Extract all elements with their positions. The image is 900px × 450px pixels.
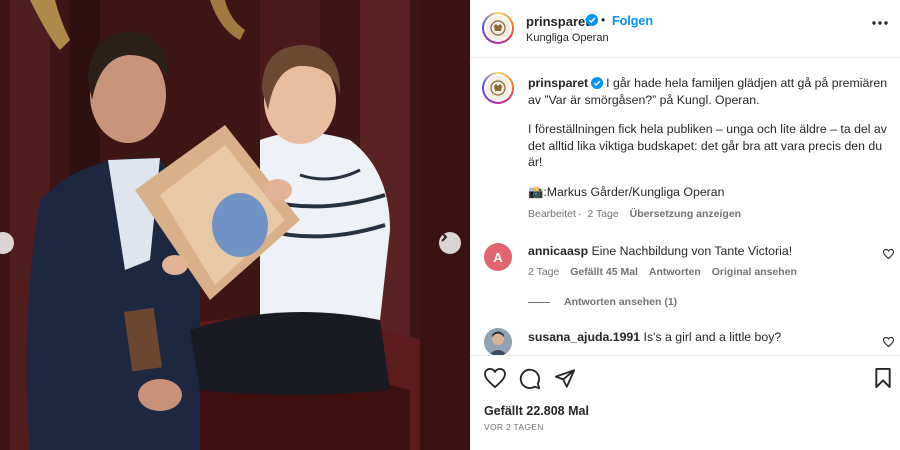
photo-illustration (0, 0, 470, 450)
replies-divider (528, 301, 550, 303)
comment-meta: 2 Tage Gefällt 45 Mal Antworten Original… (528, 266, 805, 278)
caption-avatar[interactable] (482, 72, 514, 104)
more-icon[interactable] (872, 21, 888, 25)
post-header: prinsparet • Folgen Kungliga Operan (470, 0, 900, 58)
verified-badge-icon (591, 77, 604, 89)
caption-paragraph-2: I föreställningen fick hela publiken – u… (528, 122, 887, 169)
post-caption: prinsparet I går hade hela familjen glädj… (528, 75, 888, 200)
crest-logo-icon (490, 80, 506, 96)
verified-badge-icon (586, 14, 598, 26)
follow-button[interactable]: Folgen (612, 14, 653, 28)
comment-body: Eine Nachbildung von Tante Victoria! (591, 244, 793, 258)
bookmark-icon[interactable] (874, 368, 892, 389)
reply-button[interactable]: Antworten (649, 266, 701, 278)
comment-likes[interactable]: Gefällt 45 Mal (570, 266, 638, 278)
view-replies-label: Antworten ansehen (1) (564, 296, 678, 308)
post-photo[interactable] (0, 0, 470, 450)
view-original-link[interactable]: Original ansehen (712, 266, 797, 278)
separator-dot: • (601, 13, 606, 27)
chevron-left-icon (0, 232, 2, 242)
comment-avatar[interactable] (484, 328, 512, 356)
camera-emoji-icon: 📸 (528, 184, 544, 199)
caption-meta: Bearbeitet · 2 Tage Übersetzung anzeigen (528, 208, 742, 220)
comment-item: susana_ajuda.1991 Is's a girl and a litt… (528, 330, 781, 344)
post-actions: Gefällt 22.808 Mal VOR 2 TAGEN (470, 355, 900, 450)
avatar-photo (484, 328, 512, 356)
caption-time: 2 Tage (587, 208, 619, 220)
comment-username[interactable]: susana_ajuda.1991 (528, 330, 640, 344)
post-time[interactable]: VOR 2 TAGEN (484, 422, 544, 432)
comment-body: Is's a girl and a little boy? (643, 330, 782, 344)
profile-avatar[interactable] (482, 12, 514, 44)
comment-icon[interactable] (519, 368, 541, 390)
edited-label: Bearbeitet (528, 208, 576, 220)
crest-logo-icon (490, 20, 506, 36)
comment-time: 2 Tage (528, 266, 560, 278)
share-icon[interactable] (554, 368, 576, 389)
heart-icon[interactable] (883, 249, 894, 259)
view-replies-button[interactable]: Antworten ansehen (1) (528, 296, 677, 308)
comment-avatar[interactable]: A (484, 243, 512, 271)
comment-item: annicaasp Eine Nachbildung von Tante Vic… (528, 244, 792, 258)
likes-count[interactable]: Gefällt 22.808 Mal (484, 404, 589, 418)
caption-username[interactable]: prinsparet (528, 76, 588, 90)
heart-icon[interactable] (883, 337, 894, 347)
avatar-letter: A (493, 249, 503, 265)
comment-username[interactable]: annicaasp (528, 244, 588, 258)
chevron-right-icon (441, 232, 448, 242)
carousel-next-button[interactable] (439, 232, 461, 254)
photo-credit: :Markus Gårder/Kungliga Operan (543, 184, 725, 199)
post-panel: prinsparet • Folgen Kungliga Operan prin… (470, 0, 900, 450)
translate-link[interactable]: Übersetzung anzeigen (630, 208, 741, 220)
header-username[interactable]: prinsparet (526, 14, 590, 29)
post-location[interactable]: Kungliga Operan (526, 32, 609, 44)
heart-icon[interactable] (484, 368, 506, 388)
